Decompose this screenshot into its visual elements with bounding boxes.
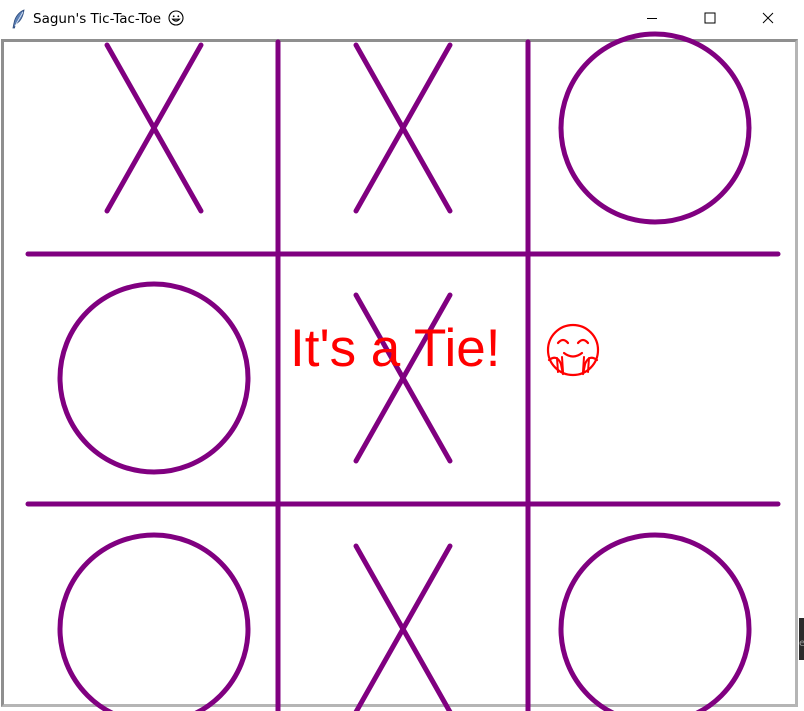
x-mark xyxy=(104,42,204,214)
board-cell-2-0[interactable] xyxy=(57,532,251,711)
x-mark xyxy=(353,42,453,214)
board-cell-0-0[interactable] xyxy=(104,42,204,214)
background-window-edge: e xyxy=(799,618,804,660)
status-message: It's a Tie! xyxy=(290,319,500,378)
o-mark xyxy=(57,281,251,475)
board-cell-0-2[interactable] xyxy=(558,31,752,225)
x-mark xyxy=(353,543,453,711)
game-window: Sagun's Tic-Tac-Toe It's a Tie! e xyxy=(0,0,804,711)
board-cell-2-2[interactable] xyxy=(558,532,752,711)
board-cell-1-0[interactable] xyxy=(57,281,251,475)
o-mark xyxy=(558,532,752,711)
o-mark xyxy=(57,532,251,711)
board-cell-2-1[interactable] xyxy=(353,543,453,711)
game-board[interactable]: It's a Tie! xyxy=(0,0,804,711)
hugging-face-icon xyxy=(546,323,600,377)
board-cell-0-1[interactable] xyxy=(353,42,453,214)
o-mark xyxy=(558,31,752,225)
